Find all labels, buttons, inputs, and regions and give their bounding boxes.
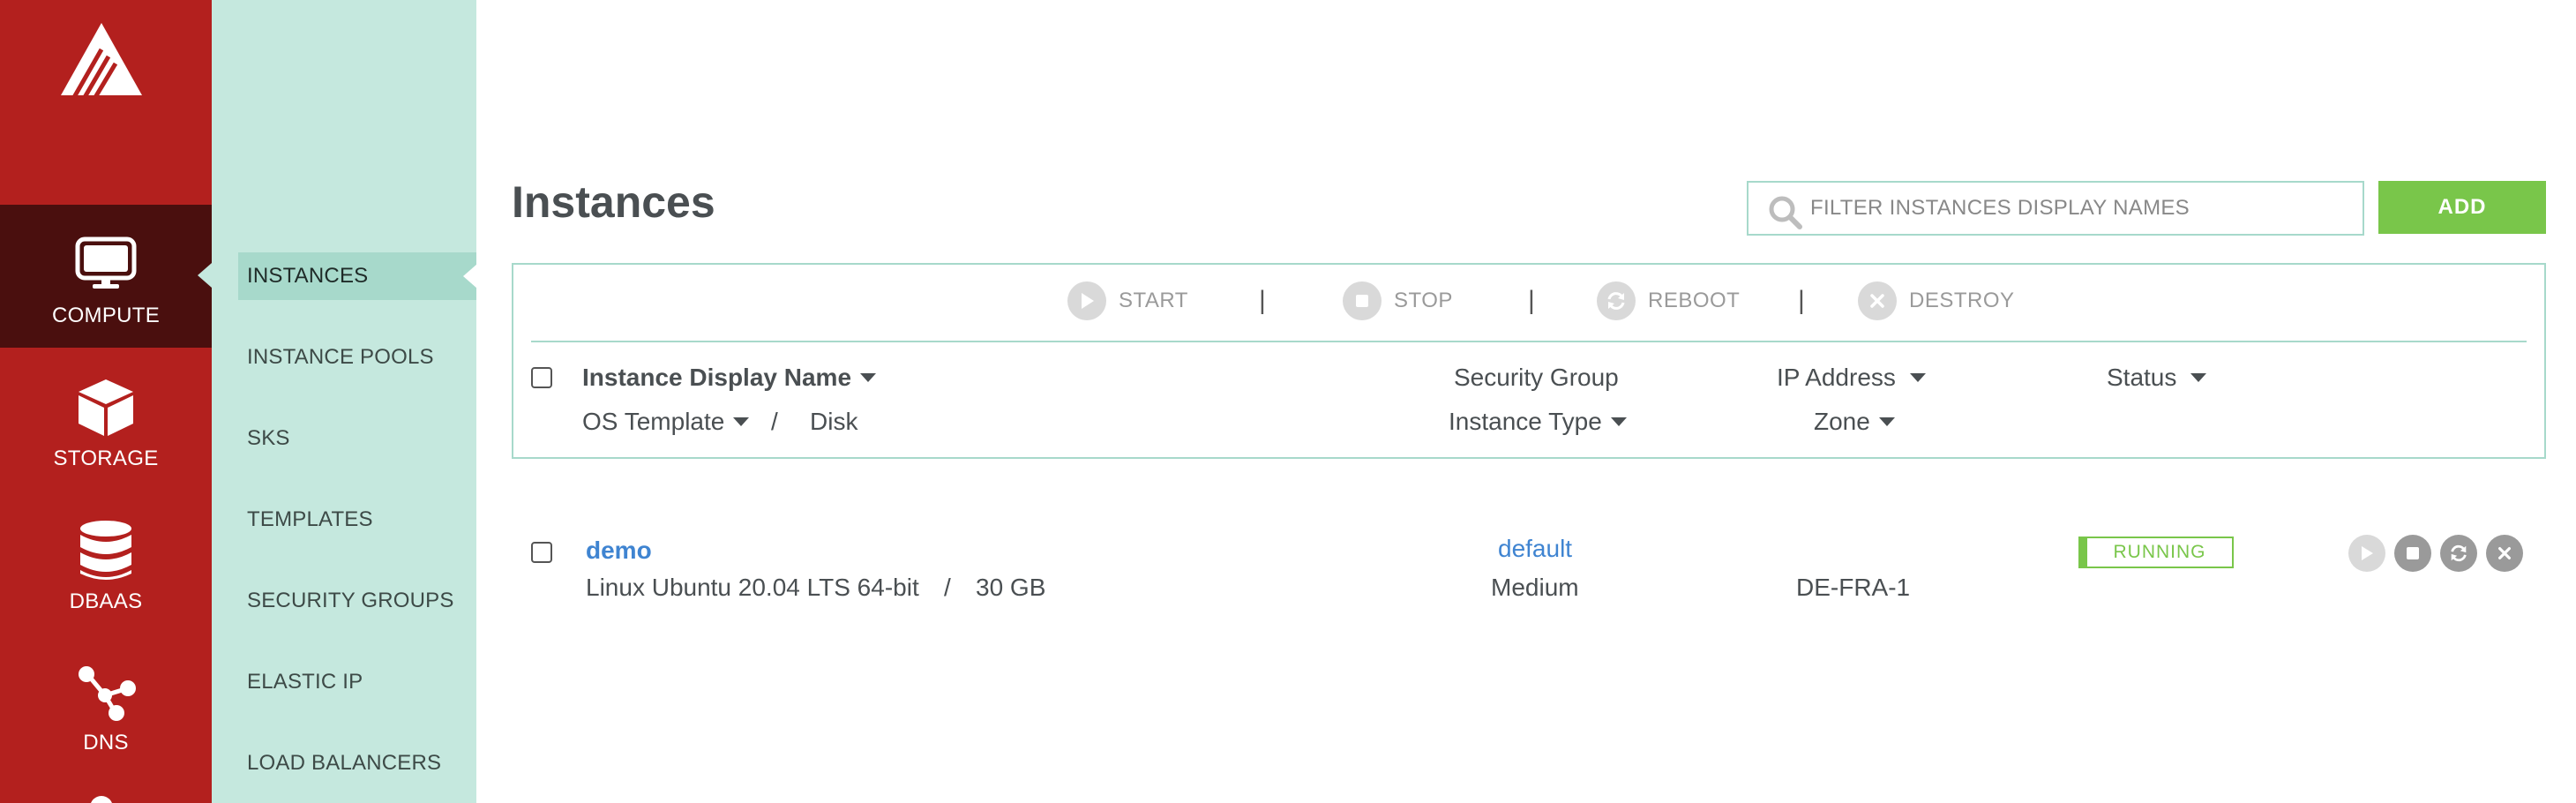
reboot-label: REBOOT <box>1648 289 1741 312</box>
partial-nav-icon <box>90 796 113 803</box>
secondary-sidebar: INSTANCES INSTANCE POOLS SKS TEMPLATES S… <box>212 0 477 803</box>
row-destroy-button[interactable] <box>2486 535 2523 572</box>
select-all-checkbox[interactable] <box>531 367 552 388</box>
start-action[interactable]: START <box>1067 281 1188 321</box>
nav-dns[interactable]: DNS <box>0 634 212 777</box>
caret-down-icon <box>1878 417 1895 426</box>
add-button[interactable]: ADD <box>2378 181 2546 234</box>
column-label: Status <box>2107 364 2177 391</box>
play-icon <box>2362 546 2373 560</box>
stop-label: STOP <box>1394 289 1453 312</box>
subnav-sks[interactable]: SKS <box>212 415 476 462</box>
column-slash: / <box>771 408 778 435</box>
nav-dbaas[interactable]: DBAAS <box>0 491 212 634</box>
toolbar-separator: | <box>1259 286 1266 315</box>
column-label: Zone <box>1814 408 1870 435</box>
refresh-icon <box>2451 544 2467 562</box>
play-icon <box>1067 281 1106 320</box>
caret-down-icon <box>860 373 877 382</box>
nav-compute[interactable]: COMPUTE <box>0 205 212 348</box>
nav-storage-label: STORAGE <box>53 447 159 470</box>
filter-box <box>1747 181 2364 236</box>
database-icon <box>80 521 131 580</box>
destroy-action[interactable]: DESTROY <box>1858 281 2015 321</box>
column-ip-address[interactable]: IP Address <box>1777 364 1926 392</box>
column-label: Instance Type <box>1449 408 1602 435</box>
logo-icon <box>61 23 142 97</box>
column-os-template[interactable]: OS Template <box>582 408 750 436</box>
filter-input[interactable] <box>1810 196 2340 221</box>
column-disk: Disk <box>810 408 857 436</box>
bulk-actions-toolbar: START | STOP | REBOOT | DESTROY <box>513 265 2544 342</box>
column-zone[interactable]: Zone <box>1814 408 1895 436</box>
subnav-instance-pools[interactable]: INSTANCE POOLS <box>212 334 476 381</box>
instances-panel: START | STOP | REBOOT | DESTROY Instance… <box>512 263 2546 459</box>
share-nodes-icon <box>79 666 136 721</box>
column-instance-type[interactable]: Instance Type <box>1449 408 1627 436</box>
caret-down-icon <box>733 417 750 426</box>
row-reboot-button[interactable] <box>2440 535 2477 572</box>
column-label: Instance Display Name <box>582 364 852 391</box>
column-label: OS Template <box>582 408 725 435</box>
subnav-elastic-ip[interactable]: ELASTIC IP <box>212 658 476 706</box>
subnav-templates[interactable]: TEMPLATES <box>212 496 476 544</box>
column-instance-display-name[interactable]: Instance Display Name <box>582 364 877 392</box>
instance-type: Medium <box>1491 574 1579 601</box>
divider <box>531 341 2527 342</box>
subnav-instances[interactable]: INSTANCES <box>238 252 477 300</box>
cube-icon <box>79 379 133 436</box>
monitor-icon <box>75 236 137 289</box>
close-icon <box>2498 547 2511 559</box>
primary-sidebar: COMPUTE STORAGE DBAAS DNS <box>0 0 212 803</box>
caret-down-icon <box>1909 373 1926 382</box>
column-security-group: Security Group <box>1454 364 1619 392</box>
column-status[interactable]: Status <box>2107 364 2207 392</box>
instance-name-link[interactable]: demo <box>586 537 652 565</box>
start-label: START <box>1119 289 1188 312</box>
instance-os: Linux Ubuntu 20.04 LTS 64-bit <box>586 574 919 601</box>
column-label: Disk <box>810 408 858 435</box>
instance-disk: 30 GB <box>976 574 1046 601</box>
nav-dbaas-label: DBAAS <box>69 589 143 613</box>
subnav-load-balancers[interactable]: LOAD BALANCERS <box>212 739 476 787</box>
security-group-link[interactable]: default <box>1498 535 1572 563</box>
reboot-action[interactable]: REBOOT <box>1597 281 1740 321</box>
nav-storage[interactable]: STORAGE <box>0 348 212 491</box>
stop-icon <box>2407 547 2419 559</box>
column-label: Security Group <box>1454 364 1619 391</box>
page-title: Instances <box>512 177 715 227</box>
subnav-security-groups[interactable]: SECURITY GROUPS <box>212 577 476 625</box>
search-icon <box>1769 196 1802 229</box>
stop-icon <box>1343 281 1382 320</box>
caret-down-icon <box>2190 373 2207 382</box>
row-checkbox[interactable] <box>531 542 552 563</box>
status-badge: RUNNING <box>2078 537 2234 568</box>
nav-compute-label: COMPUTE <box>51 304 161 327</box>
row-slash: / <box>944 574 951 601</box>
destroy-label: DESTROY <box>1909 289 2015 312</box>
toolbar-separator: | <box>1798 286 1805 315</box>
close-icon <box>1858 281 1897 320</box>
row-start-button[interactable] <box>2348 535 2385 572</box>
toolbar-separator: | <box>1528 286 1535 315</box>
column-label: IP Address <box>1777 364 1896 391</box>
caret-down-icon <box>1610 417 1627 426</box>
stop-action[interactable]: STOP <box>1343 281 1453 321</box>
refresh-icon <box>1597 281 1636 320</box>
instance-zone: DE-FRA-1 <box>1796 574 1911 601</box>
row-stop-button[interactable] <box>2394 535 2431 572</box>
nav-dns-label: DNS <box>83 731 129 754</box>
